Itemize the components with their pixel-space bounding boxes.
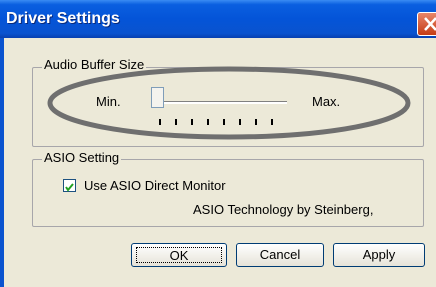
cancel-button[interactable]: Cancel <box>236 243 324 267</box>
asio-direct-monitor-checkbox[interactable] <box>63 179 76 192</box>
title-bar[interactable]: Driver Settings <box>0 0 436 38</box>
window-title: Driver Settings <box>6 10 120 27</box>
apply-button[interactable]: Apply <box>333 243 425 267</box>
driver-settings-window: Driver Settings Audio Buffer Size Min. M… <box>0 0 436 287</box>
close-button[interactable] <box>417 12 436 36</box>
asio-credit-text: ASIO Technology by Steinberg, <box>193 202 374 217</box>
window-frame <box>0 38 4 287</box>
close-icon <box>424 17 436 31</box>
checkmark-icon <box>65 183 74 192</box>
asio-setting-group-label: ASIO Setting <box>42 150 122 165</box>
ok-button[interactable]: OK <box>131 243 227 267</box>
highlight-ellipse <box>47 66 411 140</box>
asio-direct-monitor-label: Use ASIO Direct Monitor <box>84 178 226 193</box>
ok-button-label: OK <box>136 247 222 263</box>
